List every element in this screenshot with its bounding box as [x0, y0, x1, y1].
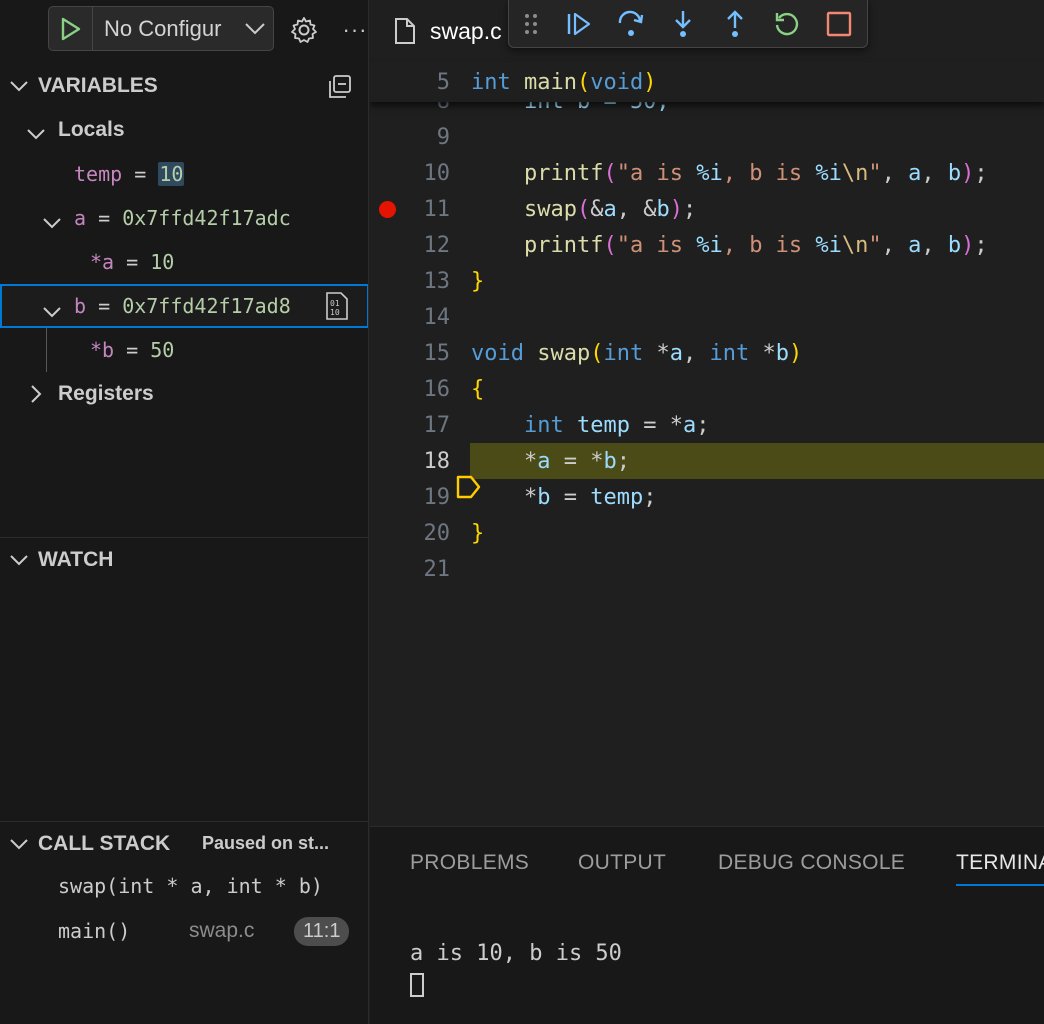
- code-editor: swap.c 8 int b = 50; 5 int main(void) 9 …: [370, 0, 1044, 826]
- tab-terminal[interactable]: TERMINAL: [956, 827, 1044, 899]
- restart-button[interactable]: [761, 0, 813, 48]
- code-line-20: 20 }: [423, 520, 485, 546]
- debug-sidebar: No Configur ··· VARIABLES Locals temp = …: [0, 0, 369, 1024]
- variable-b[interactable]: b = 0x7ffd42f17ad8 01 10: [0, 284, 368, 328]
- variable-a-deref[interactable]: *a = 10: [0, 240, 368, 284]
- step-into-icon: [675, 10, 691, 37]
- sticky-scroll-header[interactable]: 5 int main(void): [370, 62, 1044, 102]
- chevron-down-icon[interactable]: [237, 22, 273, 36]
- variable-b-deref[interactable]: *b = 50: [0, 328, 368, 372]
- gear-icon[interactable]: [286, 12, 322, 48]
- variable-value: 0x7ffd42f17ad8: [122, 294, 291, 318]
- variable-value: 50: [150, 338, 175, 362]
- variable-temp[interactable]: temp = 10: [0, 152, 368, 196]
- variable-value: 10: [150, 250, 175, 274]
- stack-frame-swap[interactable]: swap(int * a, int * b): [0, 864, 368, 908]
- code-line-10: 10 printf("a is %i, b is %i\n", a, b);: [423, 160, 988, 186]
- locals-scope[interactable]: Locals: [0, 108, 368, 152]
- stack-frame-file: swap.c: [189, 919, 255, 942]
- locals-label: Locals: [58, 118, 125, 141]
- tab-output[interactable]: OUTPUT: [578, 827, 666, 899]
- chevron-down-icon: [26, 122, 46, 146]
- code-line-5: 5 int main(void): [436, 69, 657, 95]
- call-stack-status: Paused on st...: [202, 833, 330, 853]
- stack-frame-name: main(): [58, 919, 131, 943]
- variables-title: VARIABLES: [38, 74, 158, 97]
- stop-icon: [826, 11, 852, 36]
- code-line-9: 9: [436, 124, 450, 150]
- registers-scope[interactable]: Registers: [0, 372, 368, 416]
- variable-a[interactable]: a = 0x7ffd42f17adc: [0, 196, 368, 240]
- call-stack-title: CALL STACK: [38, 831, 171, 855]
- code-line-19: 19 *b = temp;: [423, 484, 657, 510]
- tab-problems[interactable]: PROBLEMS: [410, 827, 529, 899]
- stop-button[interactable]: [813, 0, 865, 48]
- continue-icon: [567, 12, 591, 35]
- chevron-down-icon: [42, 299, 62, 323]
- tab-label: swap.c: [430, 17, 502, 44]
- tab-debug-console[interactable]: DEBUG CONSOLE: [718, 827, 905, 899]
- code-line-15: 15 void swap(int *a, int *b): [423, 340, 803, 366]
- variable-name: temp: [74, 162, 123, 186]
- svg-text:10: 10: [330, 308, 340, 317]
- terminal-output-line: a is 10, b is 50: [410, 941, 622, 966]
- file-icon: [395, 18, 415, 44]
- stack-frame-main[interactable]: main() swap.c 11:1: [0, 909, 368, 953]
- code-line-12: 12 printf("a is %i, b is %i\n", a, b);: [423, 232, 988, 258]
- chevron-down-icon: [42, 210, 62, 234]
- collapse-all-icon[interactable]: [326, 73, 354, 107]
- svg-text:01: 01: [330, 299, 340, 308]
- debug-action-toolbar: [508, 0, 868, 48]
- step-over-button[interactable]: [605, 0, 657, 48]
- chevron-right-icon: [30, 384, 42, 410]
- variable-name: b: [74, 294, 87, 318]
- code-line-18: 18 *a = *b;: [370, 443, 1044, 499]
- stack-frame-position-badge: 11:1: [294, 916, 350, 946]
- chevron-down-icon: [0, 838, 38, 850]
- play-icon: [61, 17, 80, 40]
- chevron-down-icon: [0, 80, 38, 92]
- chevron-down-icon: [0, 554, 38, 566]
- more-actions-icon[interactable]: ···: [340, 12, 368, 48]
- step-out-icon: [727, 9, 743, 37]
- code-line-14: 14: [423, 304, 451, 330]
- code-line-16: 16 {: [423, 376, 485, 402]
- restart-icon: [775, 12, 799, 35]
- drag-handle-icon[interactable]: [509, 13, 553, 35]
- code-line-21: 21: [423, 556, 451, 582]
- step-over-icon: [618, 10, 644, 36]
- variable-value: 10: [158, 162, 185, 186]
- code-line-17: 17 int temp = *a;: [423, 412, 710, 438]
- variable-name: *a: [90, 250, 115, 274]
- launch-configuration-combo[interactable]: No Configur: [48, 6, 274, 51]
- bottom-panel: PROBLEMS OUTPUT DEBUG CONSOLE TERMINAL a…: [370, 826, 1044, 1024]
- launch-configuration-label: No Configur: [104, 15, 222, 41]
- call-stack-section-header[interactable]: CALL STACK Paused on st...: [0, 821, 368, 865]
- watch-title: WATCH: [38, 547, 114, 571]
- variable-name: *b: [90, 338, 115, 362]
- start-debugging-button[interactable]: [49, 7, 93, 50]
- variable-name: a: [74, 206, 87, 230]
- tab-swap-c[interactable]: swap.c: [370, 0, 510, 62]
- code-line-13: 13 }: [423, 268, 485, 294]
- variable-value: 0x7ffd42f17adc: [122, 206, 291, 230]
- continue-button[interactable]: [553, 0, 605, 48]
- debug-toolbar-header: No Configur ···: [0, 0, 368, 60]
- step-out-button[interactable]: [709, 0, 761, 48]
- registers-label: Registers: [58, 382, 154, 405]
- variables-section-header[interactable]: VARIABLES: [0, 64, 368, 108]
- stack-frame-name: swap(int * a, int * b): [58, 874, 323, 898]
- watch-section-header[interactable]: WATCH: [0, 537, 368, 581]
- view-binary-data-icon[interactable]: 01 10: [324, 291, 350, 326]
- step-into-button[interactable]: [657, 0, 709, 48]
- code-line-11: 11 swap(&a, &b);: [370, 191, 1044, 227]
- terminal-cursor: [410, 973, 424, 997]
